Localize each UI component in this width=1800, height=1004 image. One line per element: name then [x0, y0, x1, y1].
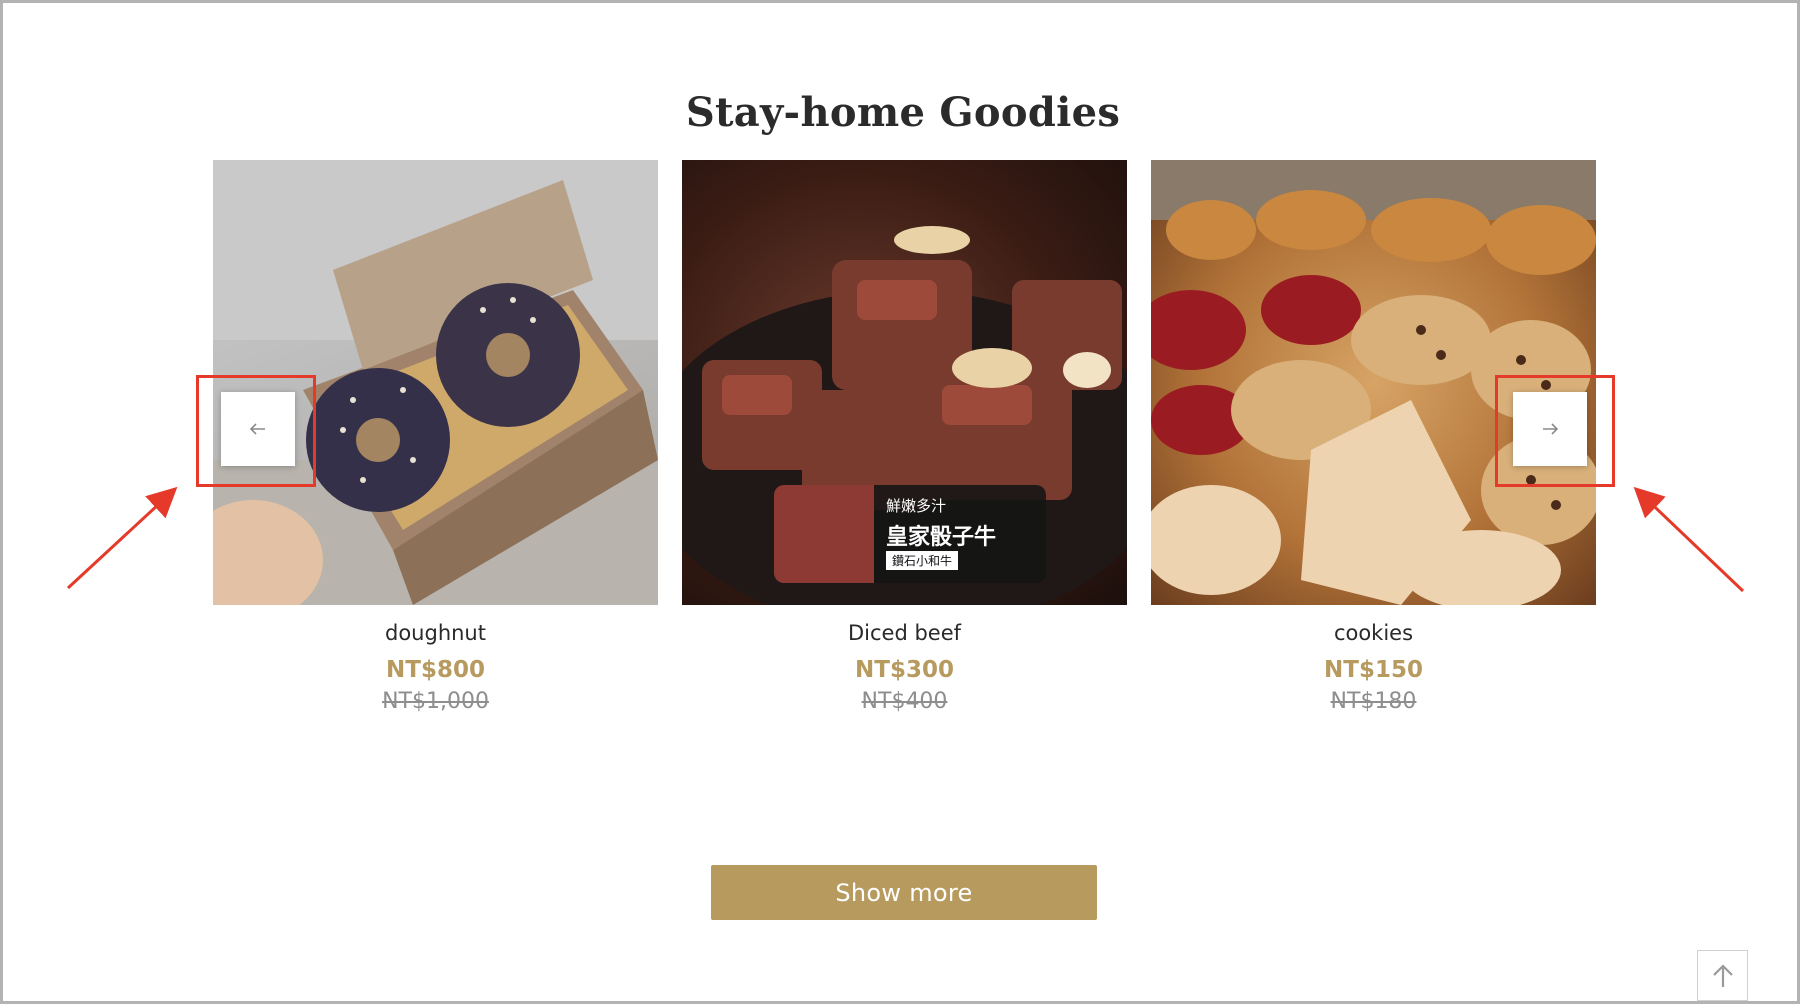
annotation-arrow-right	[1633, 486, 1745, 593]
annotation-arrows	[66, 486, 1745, 593]
annotation-arrow-left	[66, 486, 178, 590]
page-frame: Stay-home Goodies doughnut NT$800 NT$1,0…	[0, 0, 1800, 1004]
arrow-up-icon	[1712, 963, 1733, 987]
show-more-button[interactable]: Show more	[711, 865, 1097, 920]
back-to-top-button[interactable]	[1697, 950, 1748, 1001]
